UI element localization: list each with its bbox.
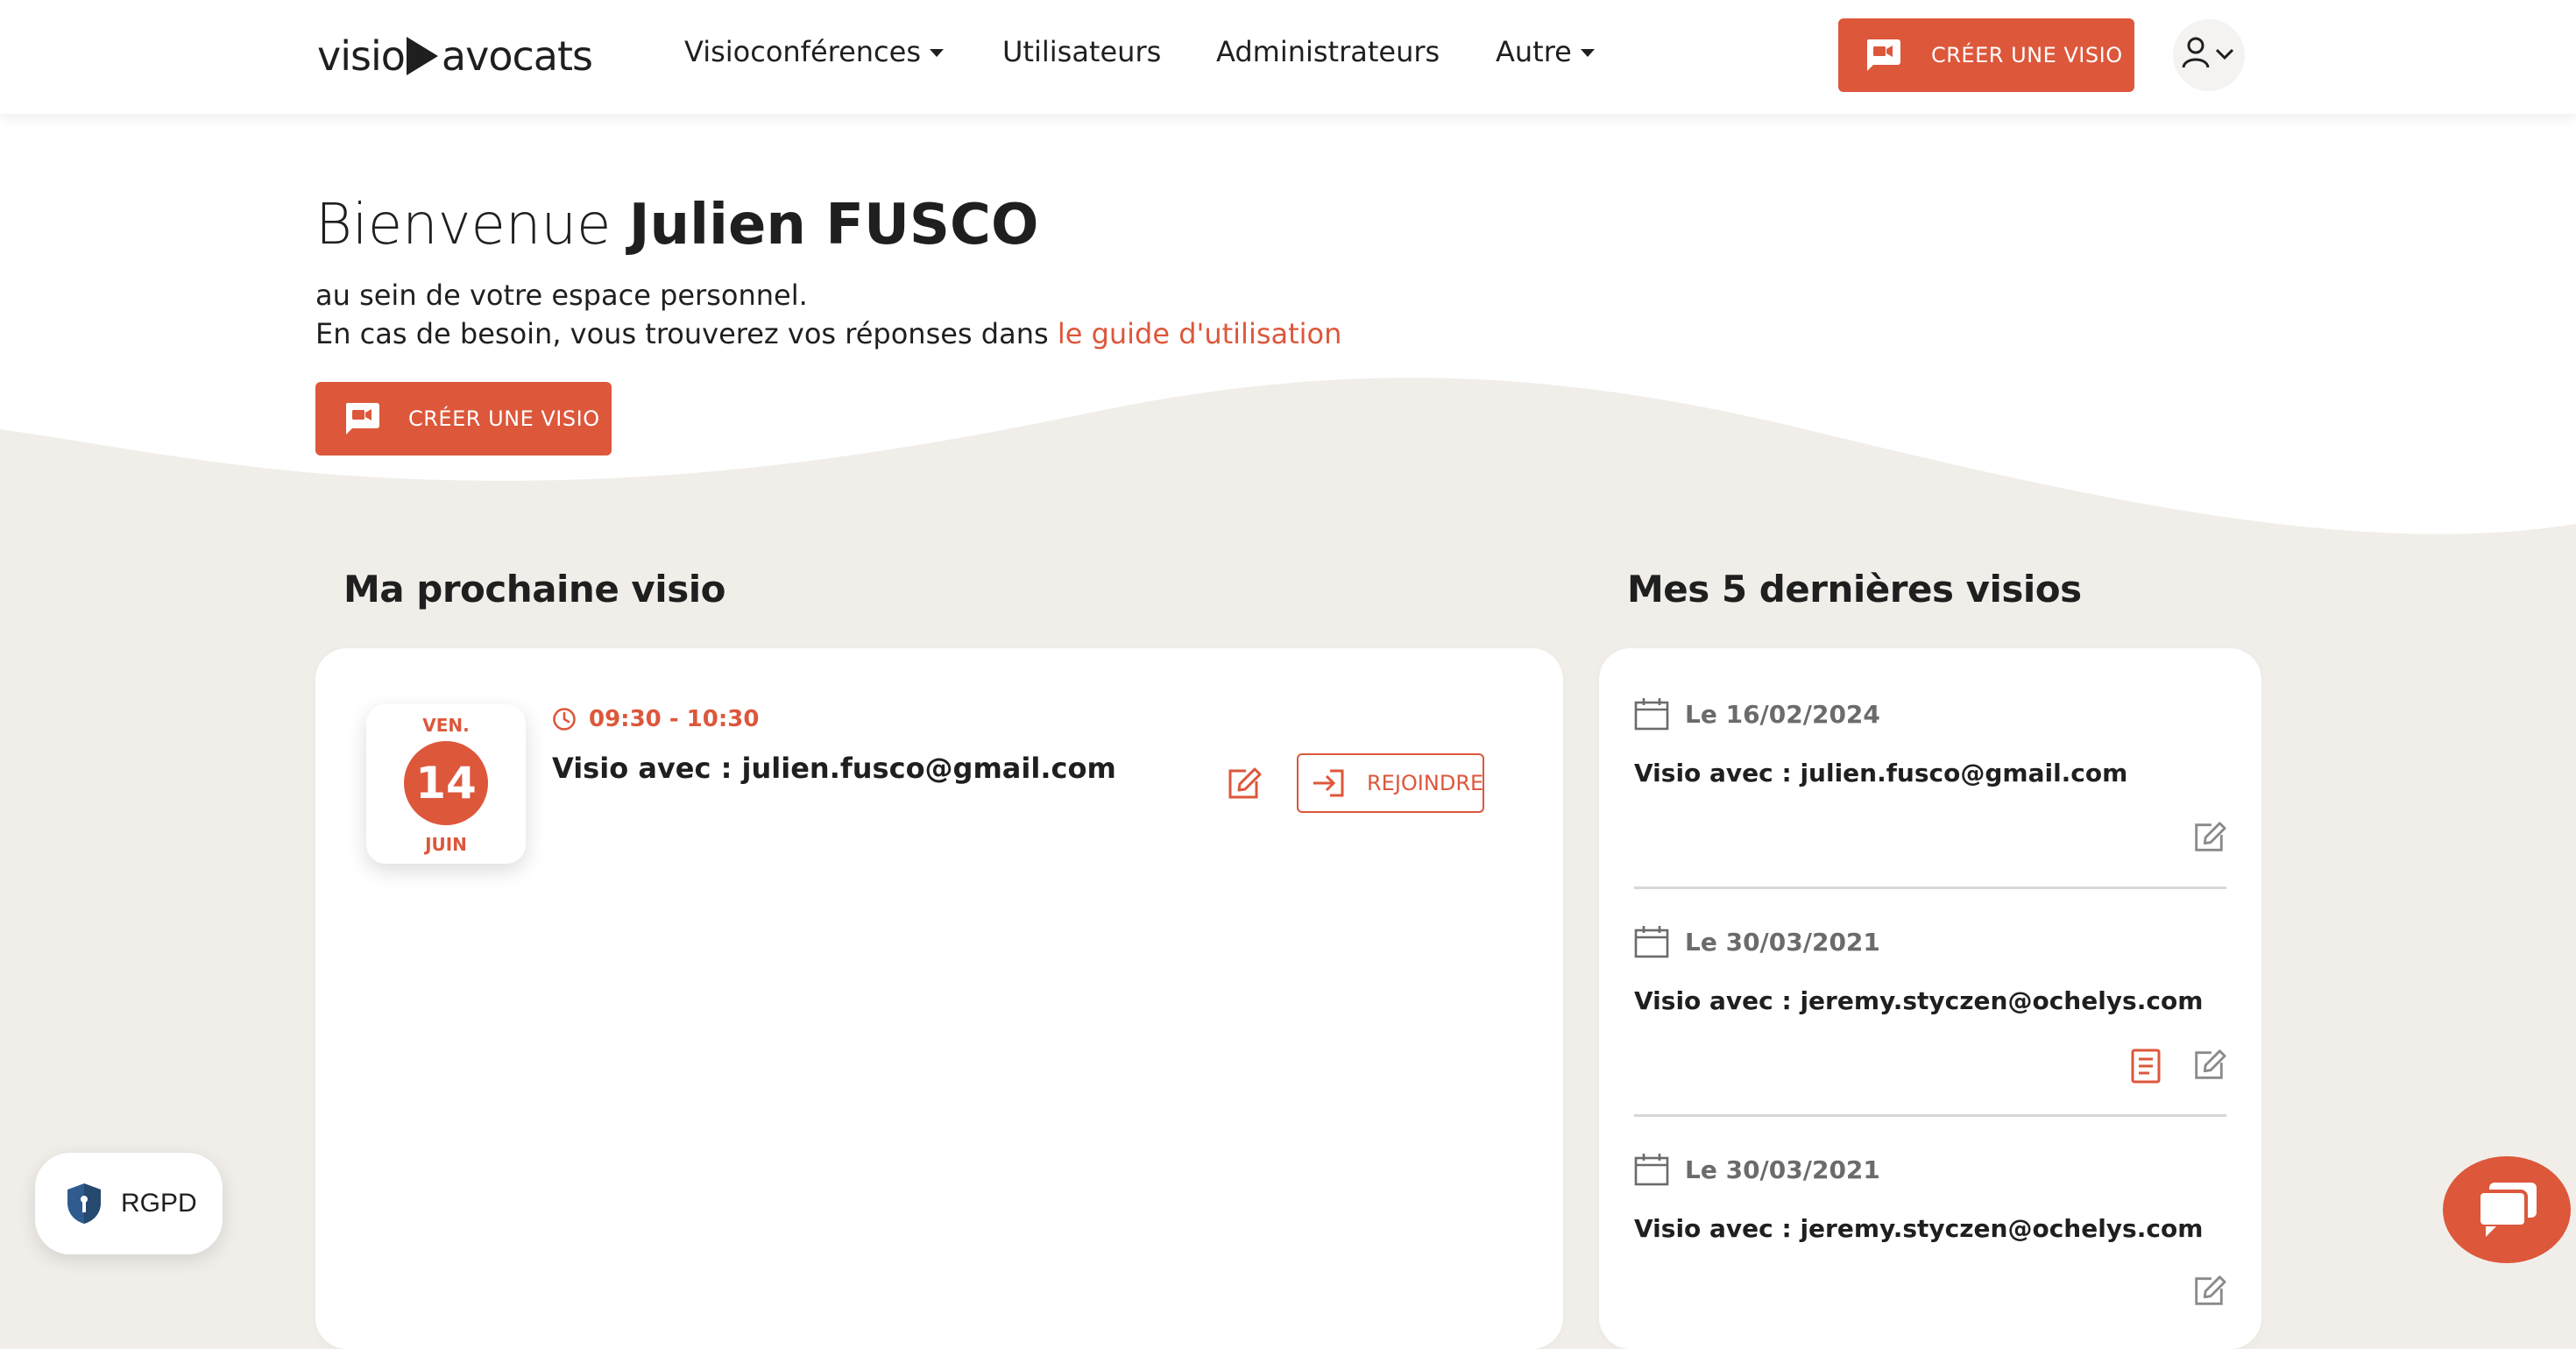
recent-visio-date: Le 30/03/2021 xyxy=(1634,925,1880,958)
date-day-of-week: VEN. xyxy=(422,715,470,736)
recent-visio-label: Visio avec : jeremy.styczen@ochelys.com xyxy=(1634,986,2204,1015)
calendar-icon xyxy=(1634,1153,1669,1186)
recent-visio-date-label: Le 30/03/2021 xyxy=(1685,1155,1880,1184)
create-visio-button[interactable]: CRÉER UNE VISIO xyxy=(315,382,612,456)
chevron-down-icon xyxy=(2215,47,2234,65)
recent-visio-date: Le 30/03/2021 xyxy=(1634,1153,1880,1186)
calendar-icon xyxy=(1634,925,1669,958)
help-text-label: En cas de besoin, vous trouverez vos rép… xyxy=(315,317,1049,350)
chat-button[interactable] xyxy=(2443,1156,2571,1263)
visio-time-label: 09:30 - 10:30 xyxy=(589,706,760,732)
recent-visios-title: Mes 5 dernières visios xyxy=(1627,568,2082,611)
video-chat-icon xyxy=(343,401,380,436)
edit-icon[interactable] xyxy=(2191,1274,2226,1312)
shield-icon xyxy=(65,1182,103,1225)
recent-visio-label: Visio avec : julien.fusco@gmail.com xyxy=(1634,759,2128,788)
join-button-label: REJOINDRE xyxy=(1367,771,1484,795)
nav-label: Administrateurs xyxy=(1216,35,1440,68)
logo-text-right: avocats xyxy=(441,32,593,80)
logo-text-left: visio xyxy=(317,32,406,80)
recent-visios-card: Le 16/02/2024 Visio avec : julien.fusco@… xyxy=(1599,648,2261,1349)
help-text: En cas de besoin, vous trouverez vos rép… xyxy=(315,317,1341,350)
rgpd-label: RGPD xyxy=(121,1189,197,1218)
next-visio-title: Ma prochaine visio xyxy=(343,568,725,611)
date-month: JUIN xyxy=(425,834,467,855)
user-menu-button[interactable] xyxy=(2173,19,2245,91)
rgpd-button[interactable]: RGPD xyxy=(35,1153,223,1254)
welcome-title: Bienvenue Julien FUSCO xyxy=(315,193,1038,258)
logo[interactable]: visio avocats xyxy=(317,30,593,82)
visio-time: 09:30 - 10:30 xyxy=(552,706,759,732)
video-chat-icon xyxy=(1865,38,1901,73)
recent-visio-date-label: Le 30/03/2021 xyxy=(1685,927,1880,957)
recent-visio-label: Visio avec : jeremy.styczen@ochelys.com xyxy=(1634,1214,2204,1243)
top-navbar: visio avocats Visioconférences Utilisateu… xyxy=(0,0,2576,114)
login-icon xyxy=(1311,768,1346,798)
create-visio-label: CRÉER UNE VISIO xyxy=(1931,43,2123,67)
nav-autre[interactable]: Autre xyxy=(1496,35,1595,68)
next-visio-label: Visio avec : julien.fusco@gmail.com xyxy=(552,752,1116,785)
create-visio-label: CRÉER UNE VISIO xyxy=(408,406,600,431)
nav-label: Autre xyxy=(1496,35,1572,68)
divider xyxy=(1634,886,2226,889)
calendar-icon xyxy=(1634,697,1669,731)
welcome-greeting: Bienvenue xyxy=(315,193,612,258)
clock-icon xyxy=(552,707,577,731)
join-button[interactable]: REJOINDRE xyxy=(1297,753,1484,813)
nav-visioconferences[interactable]: Visioconférences xyxy=(684,35,944,68)
play-icon xyxy=(406,37,438,75)
edit-icon[interactable] xyxy=(2191,820,2226,858)
caret-down-icon xyxy=(930,48,944,57)
date-badge: VEN. 14 JUIN xyxy=(366,704,526,864)
nav-utilisateurs[interactable]: Utilisateurs xyxy=(1002,35,1161,68)
date-day: 14 xyxy=(404,741,488,825)
nav-label: Visioconférences xyxy=(684,35,921,68)
edit-icon[interactable] xyxy=(1225,766,1262,806)
welcome-subtitle: au sein de votre espace personnel. xyxy=(315,279,808,312)
nav-label: Utilisateurs xyxy=(1002,35,1162,68)
caret-down-icon xyxy=(1580,48,1595,57)
nav-create-visio-button[interactable]: CRÉER UNE VISIO xyxy=(1838,18,2134,92)
recent-visio-date: Le 16/02/2024 xyxy=(1634,697,1880,731)
divider xyxy=(1634,1114,2226,1117)
next-visio-card: VEN. 14 JUIN 09:30 - 10:30 Visio avec : … xyxy=(315,648,1563,1349)
recent-visio-date-label: Le 16/02/2024 xyxy=(1685,699,1880,729)
nav-administrateurs[interactable]: Administrateurs xyxy=(1216,35,1440,68)
user-name: Julien FUSCO xyxy=(628,193,1039,258)
user-guide-link[interactable]: le guide d'utilisation xyxy=(1058,317,1342,350)
edit-icon[interactable] xyxy=(2191,1048,2226,1086)
chat-icon xyxy=(2473,1179,2540,1240)
report-icon[interactable] xyxy=(2130,1048,2162,1088)
